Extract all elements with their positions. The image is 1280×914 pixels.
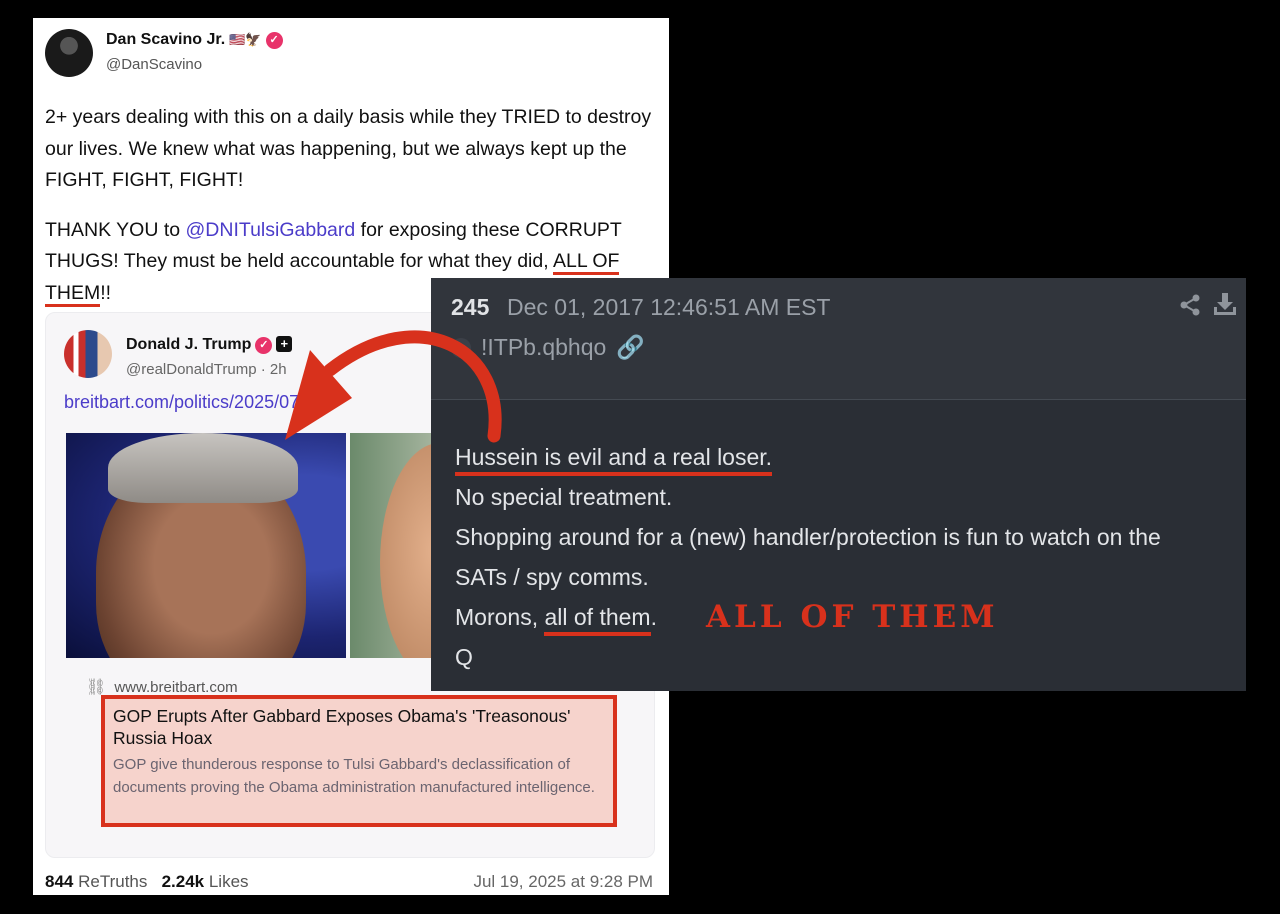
all-of-them-annotation: ALL OF THEM (706, 599, 999, 635)
p2-text-before: THANK YOU to (45, 218, 186, 241)
article-image-left[interactable] (66, 433, 346, 658)
portrait-hair (108, 433, 298, 503)
q-post-body: Hussein is evil and a real loser. No spe… (455, 437, 1161, 677)
link-icon: ⛓ (86, 679, 107, 696)
q-line-1: Hussein is evil and a real loser. (455, 437, 1161, 477)
post-timestamp[interactable]: Jul 19, 2025 at 9:28 PM (473, 872, 653, 892)
post-paragraph-1: 2+ years dealing with this on a daily ba… (45, 106, 652, 191)
verified-badge-icon: ✓ (265, 32, 283, 49)
share-icon[interactable] (1179, 294, 1201, 322)
flag-eagle-emoji: 🇺🇸🦅 (229, 32, 262, 47)
q-tripcode: !ITPb.qbhqo (481, 334, 607, 360)
link-domain-row[interactable]: ⛓ www.breitbart.com (86, 677, 238, 697)
q-line-5-before: Morons, (455, 604, 545, 630)
q-post-panel: 245 Dec 01, 2017 12:46:51 AM EST !ITPb.q… (431, 278, 1246, 691)
likes-count[interactable]: 2.24k (162, 872, 205, 891)
verified-badge-icon: ✓ (255, 337, 273, 354)
q-line-1-underlined: Hussein is evil and a real loser. (455, 444, 773, 476)
article-title[interactable]: GOP Erupts After Gabbard Exposes Obama's… (113, 705, 605, 749)
quoted-avatar[interactable] (64, 330, 112, 378)
q-line-4: SATs / spy comms. (455, 564, 649, 590)
q-line-6: Q (455, 644, 473, 670)
q-post-number[interactable]: 245 (451, 294, 489, 321)
article-description: GOP give thunderous response to Tulsi Ga… (113, 756, 595, 796)
permalink-icon[interactable]: 🔗 (616, 334, 645, 360)
q-line-5-after: . (650, 604, 657, 630)
plus-badge-icon: + (276, 336, 293, 352)
mention-link[interactable]: @DNITulsiGabbard (186, 219, 356, 241)
q-tripcode-row: !ITPb.qbhqo 🔗 (451, 334, 645, 361)
author-name-text[interactable]: Dan Scavino Jr. (106, 31, 225, 48)
article-preview-highlighted[interactable]: GOP Erupts After Gabbard Exposes Obama's… (101, 695, 617, 827)
author-name[interactable]: Dan Scavino Jr. 🇺🇸🦅 ✓ (106, 31, 283, 49)
user-icon (451, 338, 471, 358)
avatar[interactable] (45, 29, 93, 77)
q-line-3: Shopping around for a (new) handler/prot… (455, 524, 1161, 550)
q-post-header: 245 Dec 01, 2017 12:46:51 AM EST !ITPb.q… (431, 278, 1246, 400)
q-post-date: Dec 01, 2017 12:46:51 AM EST (507, 294, 831, 320)
q-line-2: No special treatment. (455, 484, 673, 510)
article-image-right[interactable] (350, 433, 440, 658)
retruths-label[interactable]: ReTruths (78, 872, 147, 891)
q-line-5-underlined: all of them (544, 604, 651, 636)
retruths-count[interactable]: 844 (45, 872, 73, 891)
author-handle[interactable]: @DanScavino (106, 56, 202, 73)
p2-text-after: !! (100, 281, 112, 304)
link-domain[interactable]: www.breitbart.com (114, 679, 237, 696)
quoted-author-handle[interactable]: @realDonaldTrump · 2h (126, 361, 287, 378)
post-stats: 844 ReTruths 2.24k Likes (45, 872, 249, 892)
quoted-author-name[interactable]: Donald J. Trump ✓ + (126, 336, 293, 354)
quoted-author-name-text[interactable]: Donald J. Trump (126, 336, 251, 353)
article-url-link[interactable]: breitbart.com/politics/2025/07... (64, 392, 314, 413)
download-icon[interactable] (1213, 292, 1237, 323)
likes-label[interactable]: Likes (209, 872, 249, 891)
